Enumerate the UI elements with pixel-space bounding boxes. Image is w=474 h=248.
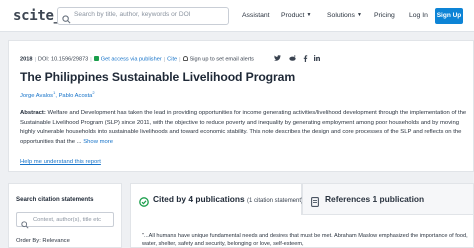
tab-references[interactable]: References 1 publication bbox=[302, 183, 474, 215]
abstract: Abstract: Welfare and Development has ta… bbox=[20, 109, 472, 147]
paper-meta: 2018 | DOI: 10.1596/29873 | Get access via p… bbox=[20, 56, 254, 63]
search-icon bbox=[21, 216, 29, 234]
unlock-icon bbox=[93, 56, 99, 61]
tab-references-label: References 1 publication bbox=[325, 194, 425, 204]
search-icon bbox=[62, 11, 71, 29]
access-link[interactable]: Get access via publisher bbox=[101, 57, 162, 63]
linkedin-icon[interactable] bbox=[313, 55, 320, 63]
email-alerts-link[interactable]: Sign up to set email alerts bbox=[190, 57, 254, 63]
author-link[interactable]: Jorge Avalos bbox=[20, 93, 53, 99]
twitter-icon[interactable] bbox=[274, 55, 281, 63]
bell-icon bbox=[182, 56, 188, 61]
chevron-down-icon: ▼ bbox=[306, 12, 312, 18]
nav-product-label: Product bbox=[281, 12, 305, 19]
citation-search-placeholder: Context, author(s), title etc bbox=[33, 216, 101, 223]
citation-statement-text: "...All humans have unique fundamental n… bbox=[142, 233, 468, 247]
help-understand-link[interactable]: Help me understand this report bbox=[20, 159, 101, 165]
nav-solutions[interactable]: Solutions ▼ bbox=[327, 12, 362, 19]
author-affiliation: 1 bbox=[53, 90, 56, 95]
nav-login[interactable]: Log In bbox=[409, 12, 428, 19]
nav-product[interactable]: Product ▼ bbox=[281, 12, 311, 19]
cite-link[interactable]: Cite bbox=[167, 57, 177, 63]
tab-cited-by[interactable]: Cited by 4 publications (1 citation stat… bbox=[130, 183, 304, 215]
search-input[interactable]: Search by title, author, keywords or DOI bbox=[57, 7, 229, 25]
author-affiliation: 2 bbox=[92, 90, 95, 95]
citation-tabs: Cited by 4 publications (1 citation stat… bbox=[130, 183, 474, 215]
document-icon bbox=[311, 194, 319, 212]
tab-cited-by-label: Cited by 4 publications bbox=[153, 194, 245, 204]
reddit-icon[interactable] bbox=[289, 55, 296, 63]
author-link[interactable]: Pablo Acosta bbox=[59, 93, 93, 99]
paper-year: 2018 bbox=[20, 56, 33, 63]
abstract-label: Abstract: bbox=[20, 110, 46, 116]
paper-title: The Philippines Sustainable Livelihood P… bbox=[20, 70, 296, 84]
paper-card: 2018 | DOI: 10.1596/29873 | Get access via p… bbox=[8, 40, 474, 172]
paper-doi[interactable]: DOI: 10.1596/29873 bbox=[38, 57, 88, 63]
citation-search-panel: Search citation statements Context, auth… bbox=[8, 183, 122, 248]
citation-statements: "...All humans have unique fundamental n… bbox=[130, 215, 474, 248]
chevron-down-icon: ▼ bbox=[356, 12, 362, 18]
search-placeholder: Search by title, author, keywords or DOI bbox=[74, 11, 191, 18]
tab-cited-by-sub: (1 citation statement) bbox=[247, 198, 304, 204]
nav-pricing[interactable]: Pricing bbox=[374, 12, 395, 19]
show-more-link[interactable]: Show more bbox=[83, 139, 113, 145]
citation-search-heading: Search citation statements bbox=[16, 196, 94, 203]
nav-solutions-label: Solutions bbox=[327, 12, 355, 19]
sign-up-button[interactable]: Sign Up bbox=[435, 8, 463, 24]
paper-authors: Jorge Avalos1, Pablo Acosta2 bbox=[20, 90, 95, 99]
scite-logo[interactable]: scite_ bbox=[13, 8, 62, 24]
nav-assistant[interactable]: Assistant bbox=[242, 12, 270, 19]
citation-search-input[interactable]: Context, author(s), title etc bbox=[16, 212, 114, 229]
order-by-select[interactable]: Order By: Relevance bbox=[16, 238, 70, 244]
citation-bubble-icon bbox=[139, 194, 149, 212]
facebook-icon[interactable] bbox=[303, 55, 308, 64]
top-navbar: scite_ Search by title, author, keywords… bbox=[0, 0, 474, 32]
